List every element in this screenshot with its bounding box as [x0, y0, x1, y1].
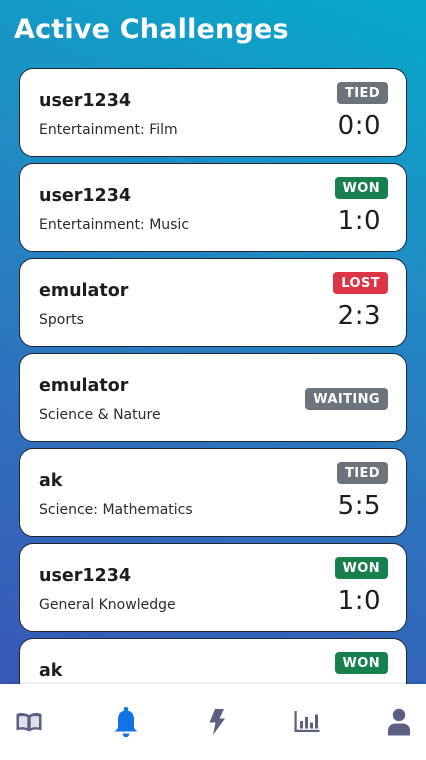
- challenge-card[interactable]: emulator Science & Nature WAITING: [19, 353, 407, 442]
- bell-icon: [114, 706, 138, 738]
- challenge-score: 5:5: [337, 491, 381, 521]
- status-badge: LOST: [333, 272, 388, 294]
- challenge-card[interactable]: user1234 Entertainment: Film TIED 0:0: [19, 68, 407, 157]
- challenge-score: 1:0: [337, 206, 381, 236]
- nav-notifications-button[interactable]: [110, 706, 142, 738]
- status-badge: WON: [334, 557, 388, 579]
- challenge-card[interactable]: ak Science: Mathematics TIED 5:5: [19, 448, 407, 537]
- challenge-category: Sports: [39, 312, 84, 328]
- challenge-card[interactable]: user1234 Entertainment: Music WON 1:0: [19, 163, 407, 252]
- status-badge: TIED: [337, 82, 388, 104]
- challenge-score: 2:3: [337, 301, 381, 331]
- challenge-opponent: user1234: [39, 91, 132, 111]
- bottom-nav: [0, 684, 426, 760]
- challenge-category: Entertainment: Film: [39, 122, 178, 138]
- screen: Active Challenges user1234 Entertainment…: [0, 0, 426, 760]
- nav-quick-play-button[interactable]: [201, 706, 233, 738]
- nav-stats-button[interactable]: [291, 706, 323, 738]
- challenge-opponent: user1234: [39, 186, 132, 206]
- nav-profile-button[interactable]: [383, 706, 415, 738]
- status-badge: WON: [334, 177, 388, 199]
- challenge-category: Science & Nature: [39, 407, 161, 423]
- nav-book-button[interactable]: [13, 706, 45, 738]
- challenge-card[interactable]: user1234 General Knowledge WON 1:0: [19, 543, 407, 632]
- challenge-opponent: emulator: [39, 281, 129, 301]
- book-icon: [16, 712, 42, 732]
- lightning-icon: [209, 709, 225, 735]
- challenge-list: user1234 Entertainment: Film TIED 0:0 us…: [19, 68, 407, 733]
- status-badge: WAITING: [305, 388, 388, 410]
- page-title: Active Challenges: [14, 14, 289, 45]
- challenge-opponent: ak: [39, 661, 63, 681]
- status-badge: WON: [334, 652, 388, 674]
- challenge-category: Science: Mathematics: [39, 502, 193, 518]
- challenge-category: Entertainment: Music: [39, 217, 190, 233]
- bar-chart-icon: [294, 711, 320, 732]
- challenge-opponent: emulator: [39, 376, 129, 396]
- challenge-opponent: user1234: [39, 566, 132, 586]
- challenge-score: 1:0: [337, 586, 381, 616]
- challenge-opponent: ak: [39, 471, 63, 491]
- status-badge: TIED: [337, 462, 388, 484]
- challenge-card[interactable]: emulator Sports LOST 2:3: [19, 258, 407, 347]
- challenge-score: 0:0: [337, 111, 381, 141]
- challenge-category: General Knowledge: [39, 597, 176, 613]
- user-icon: [388, 708, 410, 736]
